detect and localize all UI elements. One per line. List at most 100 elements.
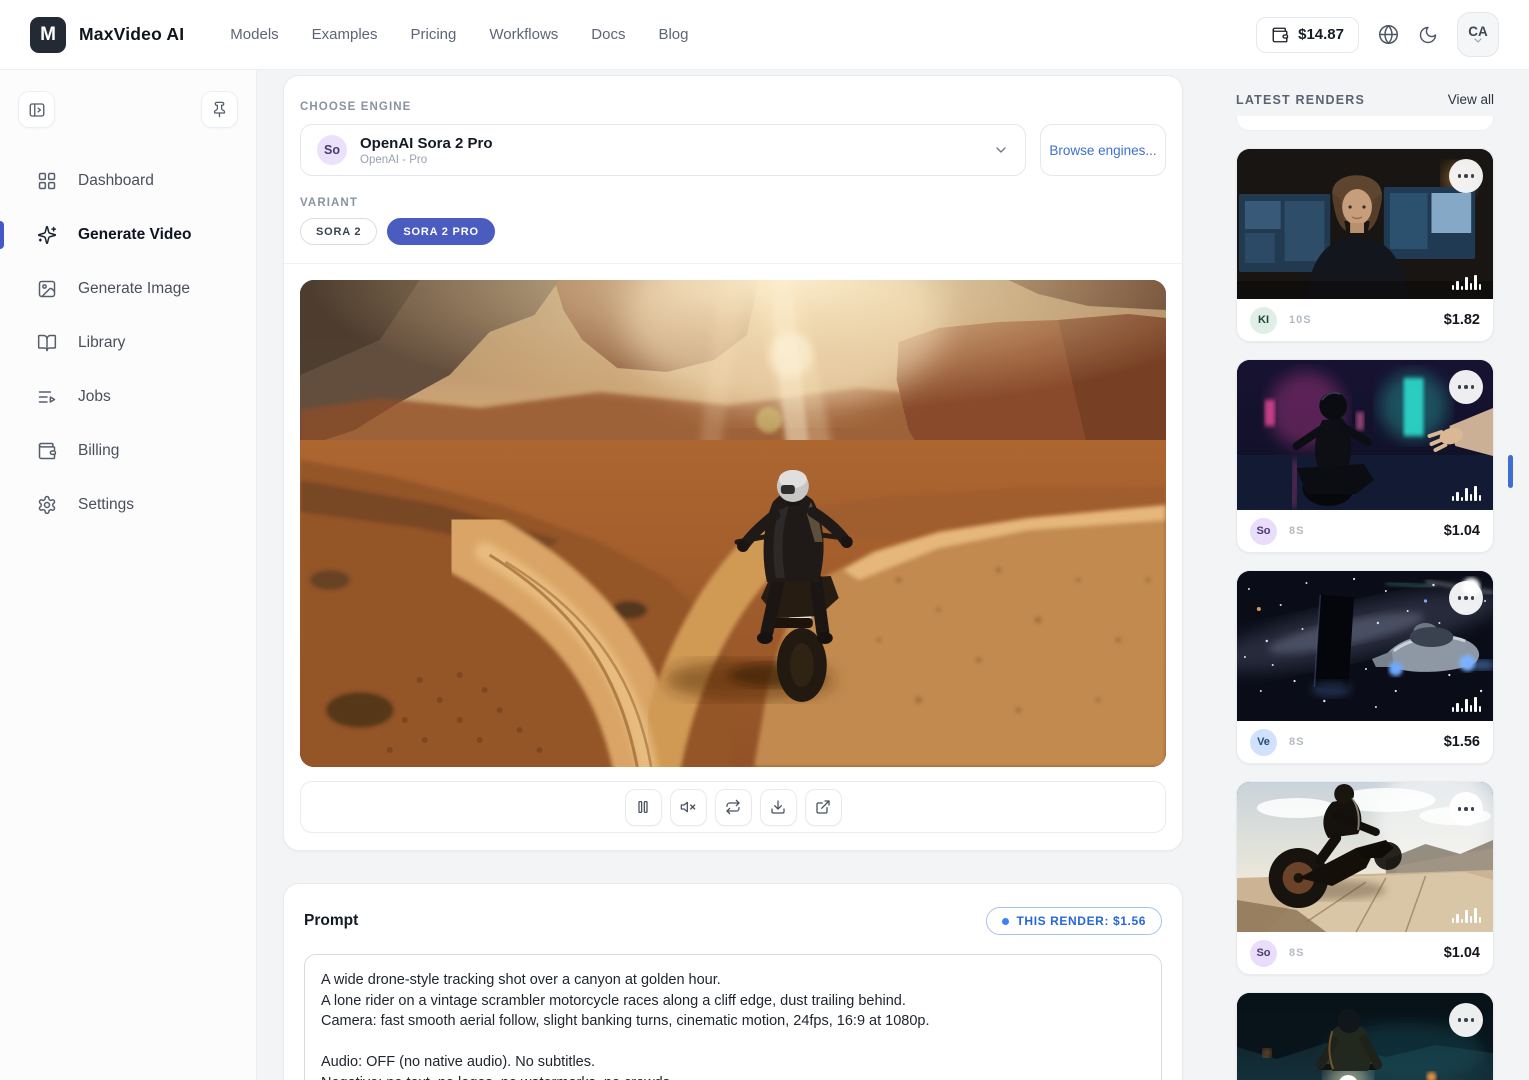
variant-chip-sora-2-pro[interactable]: SORA 2 PRO xyxy=(387,218,494,245)
latest-renders-rail: LATEST RENDERS View all xyxy=(1213,70,1529,1080)
external-link-icon xyxy=(815,799,831,815)
sidebar-item-settings[interactable]: Settings xyxy=(0,478,256,532)
chevron-down-icon xyxy=(993,142,1009,158)
settings-gear-icon xyxy=(37,495,57,515)
engine-select[interactable]: So OpenAI Sora 2 Pro OpenAI - Pro xyxy=(300,124,1026,176)
dashboard-grid-icon xyxy=(37,171,57,191)
mute-button[interactable] xyxy=(670,789,707,826)
sidebar-item-dashboard[interactable]: Dashboard xyxy=(0,154,256,208)
prompt-input[interactable]: A wide drone-style tracking shot over a … xyxy=(304,954,1162,1080)
pause-button[interactable] xyxy=(625,789,662,826)
audio-waveform-icon xyxy=(1452,275,1482,290)
nav-pricing[interactable]: Pricing xyxy=(411,26,457,43)
audio-waveform-icon xyxy=(1452,697,1482,712)
nav-examples[interactable]: Examples xyxy=(312,26,378,43)
prompt-title: Prompt xyxy=(304,912,358,930)
brand-name: MaxVideo AI xyxy=(79,24,184,45)
render-thumbnail-neon-street[interactable] xyxy=(1237,360,1493,510)
card-menu-button[interactable] xyxy=(1449,159,1483,193)
view-all-link[interactable]: View all xyxy=(1448,92,1494,107)
book-open-icon xyxy=(37,333,57,353)
divider xyxy=(284,263,1182,264)
sidebar-label: Jobs xyxy=(78,388,111,406)
main-nav: Models Examples Pricing Workflows Docs B… xyxy=(230,26,688,43)
language-globe-icon[interactable] xyxy=(1378,24,1399,45)
engine-badge-so: So xyxy=(1250,940,1277,967)
repeat-icon xyxy=(725,799,741,815)
canyon-rider-video-frame xyxy=(300,280,1166,767)
engine-panel: CHOOSE ENGINE So OpenAI Sora 2 Pro OpenA… xyxy=(283,75,1183,851)
topbar: M MaxVideo AI Models Examples Pricing Wo… xyxy=(0,0,1529,70)
volume-x-icon xyxy=(680,799,696,815)
sparkles-icon xyxy=(37,225,57,245)
video-preview[interactable] xyxy=(300,280,1166,767)
sidebar-nav: Dashboard Generate Video Generate Image … xyxy=(0,154,256,532)
render-thumbnail-space[interactable] xyxy=(1237,571,1493,721)
price-label: $1.04 xyxy=(1444,523,1480,539)
duration-label: 8S xyxy=(1289,736,1304,748)
sidebar-label: Generate Video xyxy=(78,226,191,244)
card-menu-button[interactable] xyxy=(1449,792,1483,826)
engine-badge-ki: KI xyxy=(1250,307,1277,334)
page-scrollbar-thumb[interactable] xyxy=(1508,455,1513,488)
prompt-panel: Prompt THIS RENDER: $1.56 A wide drone-s… xyxy=(283,883,1183,1080)
render-thumbnail-desert[interactable] xyxy=(1237,782,1493,932)
render-thumbnail-newsroom[interactable] xyxy=(1237,149,1493,299)
image-icon xyxy=(37,279,57,299)
card-menu-button[interactable] xyxy=(1449,1003,1483,1037)
audio-waveform-icon xyxy=(1452,486,1482,501)
collapse-sidebar-button[interactable] xyxy=(18,91,55,128)
nav-models[interactable]: Models xyxy=(230,26,278,43)
loop-button[interactable] xyxy=(715,789,752,826)
price-label: $1.56 xyxy=(1444,734,1480,750)
render-cost-badge: THIS RENDER: $1.56 xyxy=(986,907,1163,935)
render-card: Ve 8S $1.56 xyxy=(1236,570,1494,764)
sidebar-item-generate-video[interactable]: Generate Video xyxy=(0,208,256,262)
render-card xyxy=(1236,992,1494,1080)
left-sidebar: Dashboard Generate Video Generate Image … xyxy=(0,70,257,1080)
render-card: So 8S $1.04 xyxy=(1236,359,1494,553)
balance-button[interactable]: $14.87 xyxy=(1256,17,1359,53)
price-label: $1.04 xyxy=(1444,945,1480,961)
render-cost-text: THIS RENDER: $1.56 xyxy=(1017,914,1147,928)
wallet-icon xyxy=(1271,26,1289,44)
balance-amount: $14.87 xyxy=(1298,26,1344,43)
cost-dot-icon xyxy=(1002,918,1009,925)
engine-badge-so: So xyxy=(1250,518,1277,545)
user-avatar[interactable]: CA xyxy=(1457,12,1499,57)
nav-blog[interactable]: Blog xyxy=(658,26,688,43)
card-menu-button[interactable] xyxy=(1449,581,1483,615)
duration-label: 8S xyxy=(1289,947,1304,959)
brand[interactable]: M MaxVideo AI xyxy=(30,17,184,53)
duration-label: 10S xyxy=(1289,314,1312,326)
engine-subtitle: OpenAI - Pro xyxy=(360,154,493,166)
nav-workflows[interactable]: Workflows xyxy=(489,26,558,43)
pin-sidebar-button[interactable] xyxy=(201,91,238,128)
download-button[interactable] xyxy=(760,789,797,826)
render-card: So 8S $1.04 xyxy=(1236,781,1494,975)
open-external-button[interactable] xyxy=(805,789,842,826)
price-label: $1.82 xyxy=(1444,312,1480,328)
sidebar-item-generate-image[interactable]: Generate Image xyxy=(0,262,256,316)
card-menu-button[interactable] xyxy=(1449,370,1483,404)
render-thumbnail-night[interactable] xyxy=(1237,993,1493,1080)
variant-chip-sora-2[interactable]: SORA 2 xyxy=(300,218,377,245)
sidebar-item-billing[interactable]: Billing xyxy=(0,424,256,478)
nav-docs[interactable]: Docs xyxy=(591,26,625,43)
choose-engine-label: CHOOSE ENGINE xyxy=(300,101,411,113)
panel-left-icon xyxy=(28,101,46,119)
jobs-list-icon xyxy=(37,387,57,407)
brand-logo-icon: M xyxy=(30,17,66,53)
dark-mode-moon-icon[interactable] xyxy=(1418,25,1438,45)
sidebar-label: Generate Image xyxy=(78,280,190,298)
audio-waveform-icon xyxy=(1452,908,1482,923)
browse-engines-button[interactable]: Browse engines... xyxy=(1040,124,1166,176)
main-content: CHOOSE ENGINE So OpenAI Sora 2 Pro OpenA… xyxy=(257,70,1213,1080)
sidebar-item-library[interactable]: Library xyxy=(0,316,256,370)
sidebar-label: Dashboard xyxy=(78,172,154,190)
billing-wallet-icon xyxy=(37,441,57,461)
chevron-down-icon xyxy=(1472,37,1484,45)
sidebar-item-jobs[interactable]: Jobs xyxy=(0,370,256,424)
scrolled-card-stub xyxy=(1236,116,1494,131)
sidebar-label: Settings xyxy=(78,496,134,514)
